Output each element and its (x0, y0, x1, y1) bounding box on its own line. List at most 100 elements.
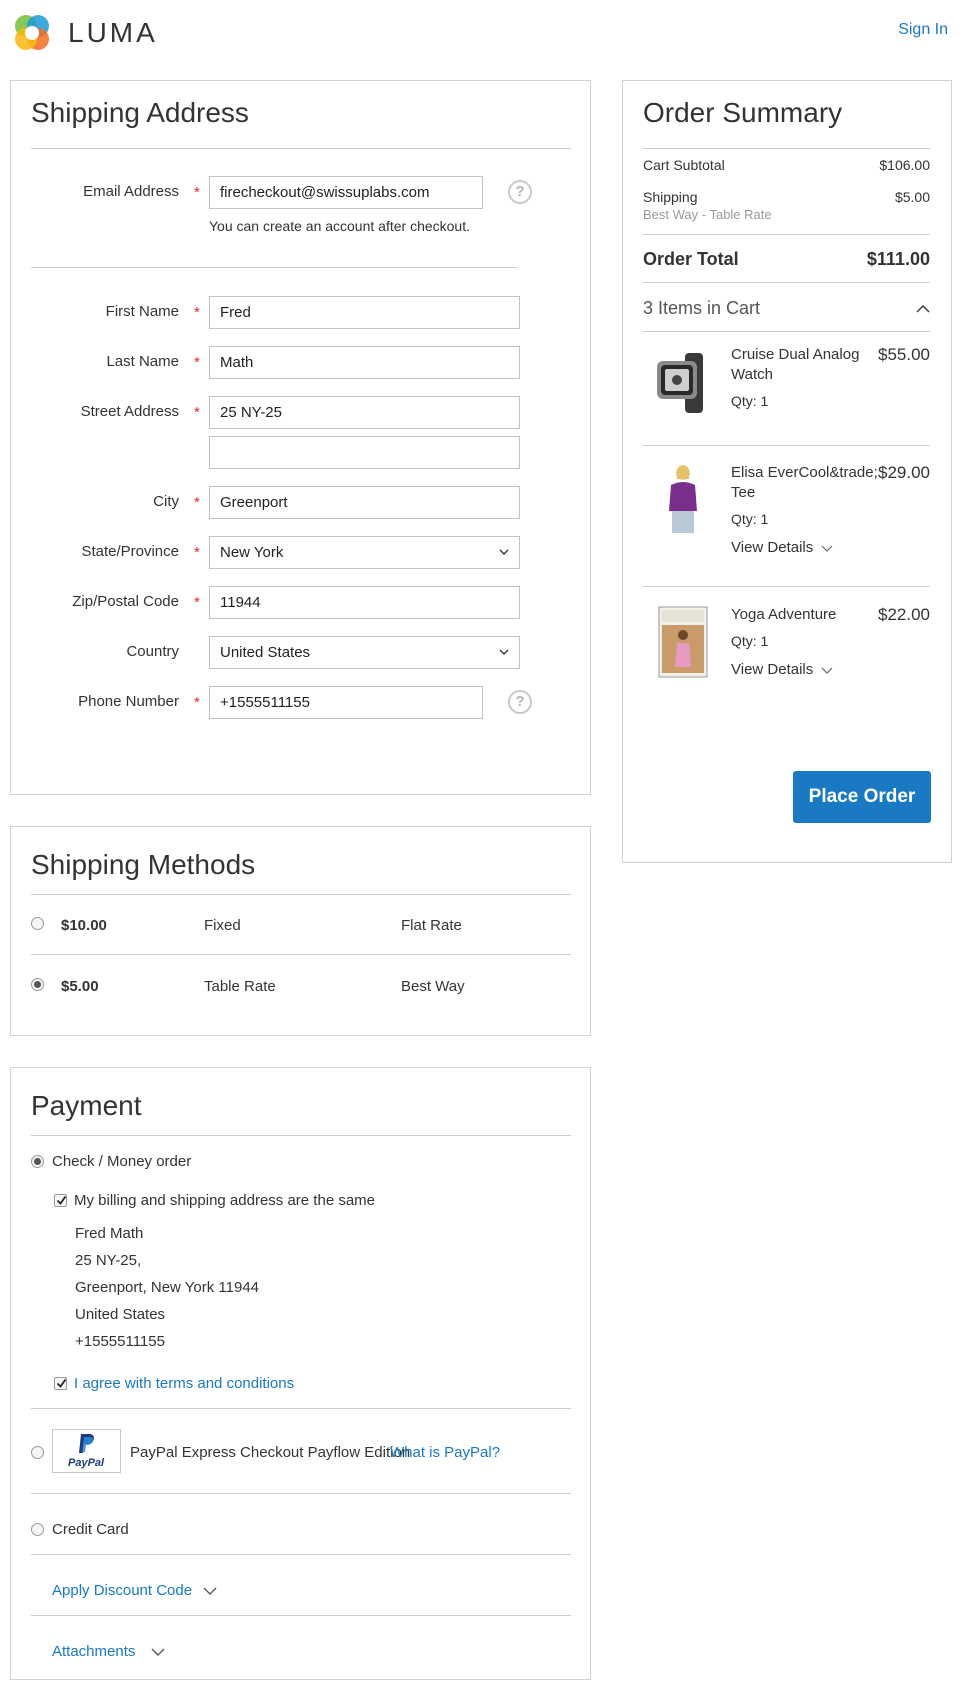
address-line: United States (75, 1306, 166, 1323)
zip-field[interactable]: 11944 (209, 586, 520, 619)
method-radio[interactable] (31, 917, 44, 930)
credit-card-radio[interactable] (31, 1523, 44, 1536)
attachments-link[interactable]: Attachments (52, 1643, 135, 1660)
email-field[interactable]: firecheckout@swissuplabs.com (209, 176, 483, 209)
check-money-radio[interactable] (31, 1155, 44, 1168)
what-is-paypal-link[interactable]: What is PayPal? (390, 1444, 500, 1461)
chevron-down-icon[interactable] (151, 1647, 165, 1657)
divider (643, 234, 930, 235)
divider (31, 1554, 571, 1555)
shipping-row: Shipping $5.00 Best Way - Table Rate (643, 189, 930, 229)
state-label: State/Province (81, 543, 179, 560)
method-radio[interactable] (31, 978, 44, 991)
street-line2-field[interactable] (209, 436, 520, 469)
place-order-button[interactable]: Place Order (793, 771, 931, 823)
paypal-logo-text: PayPal (68, 1457, 105, 1469)
view-details-label: View Details (731, 539, 814, 556)
section-title: Order Summary (643, 97, 843, 128)
first-name-field[interactable]: Fred (209, 296, 520, 329)
address-line: Fred Math (75, 1225, 144, 1242)
help-icon[interactable]: ? (508, 180, 532, 204)
help-icon[interactable]: ? (508, 690, 532, 714)
check-money-label[interactable]: Check / Money order (52, 1153, 191, 1170)
billing-same-label[interactable]: My billing and shipping address are the … (74, 1192, 375, 1209)
required-mark: * (194, 404, 200, 421)
required-mark: * (194, 304, 200, 321)
zip-label: Zip/Postal Code (72, 593, 179, 610)
section-title: Shipping Methods (31, 849, 256, 880)
shipping-value: $5.00 (894, 189, 930, 205)
state-select[interactable]: New York (209, 536, 520, 569)
email-row: Email Address * firecheckout@swissuplabs… (11, 176, 571, 210)
state-select-value: New York (220, 544, 284, 561)
item-price: $55.00 (878, 345, 930, 364)
city-label: City (153, 493, 179, 510)
phone-field[interactable]: +1555511155 (209, 686, 483, 719)
paypal-label[interactable]: PayPal Express Checkout Payflow Edition (130, 1444, 410, 1461)
chevron-down-icon (822, 545, 833, 552)
view-details-toggle[interactable]: View Details (731, 661, 833, 678)
item-name: Yoga Adventure (731, 606, 837, 623)
credit-card-label[interactable]: Credit Card (52, 1521, 129, 1538)
last-name-field[interactable]: Math (209, 346, 520, 379)
cart-item: Elisa EverCool&trade; Tee $29.00 Qty: 1 … (643, 463, 930, 583)
section-title: Payment (31, 1090, 142, 1121)
chevron-down-icon[interactable] (203, 1586, 217, 1596)
address-line: +1555511155 (75, 1333, 165, 1350)
last-name-row: Last Name * Math (11, 346, 571, 380)
order-total-row: Order Total $111.00 (643, 249, 930, 275)
chevron-down-icon (822, 667, 833, 674)
divider (643, 148, 930, 149)
street-line1-field[interactable]: 25 NY-25 (209, 396, 520, 429)
divider (643, 445, 930, 446)
shipping-method-row[interactable]: $5.00 Table Rate Best Way (11, 972, 571, 1012)
divider (31, 894, 571, 895)
dvd-thumbnail (658, 606, 708, 678)
sign-in-link[interactable]: Sign In (898, 21, 948, 39)
divider (31, 1493, 571, 1494)
country-label: Country (126, 643, 179, 660)
order-total-label: Order Total (643, 249, 739, 269)
divider (31, 1408, 571, 1409)
item-name: Cruise Dual Analog Watch (731, 346, 860, 383)
paypal-radio[interactable] (31, 1446, 44, 1459)
carrier-name: Flat Rate (401, 917, 462, 934)
phone-label: Phone Number (78, 693, 179, 710)
country-select[interactable]: United States (209, 636, 520, 669)
terms-link[interactable]: I agree with terms and conditions (74, 1375, 294, 1392)
payment-section: Payment Check / Money order My billing a… (10, 1067, 591, 1680)
cart-item: Cruise Dual Analog Watch $55.00 Qty: 1 (643, 345, 930, 445)
apply-discount-link[interactable]: Apply Discount Code (52, 1582, 192, 1599)
divider (31, 267, 517, 268)
item-price: $22.00 (878, 605, 930, 624)
view-details-toggle[interactable]: View Details (731, 539, 833, 556)
chevron-down-icon (499, 549, 509, 555)
terms-checkbox[interactable] (54, 1377, 67, 1390)
country-row: Country United States (11, 636, 571, 670)
method-price: $10.00 (61, 917, 107, 934)
checkmark-icon (56, 1378, 67, 1388)
items-in-cart-toggle[interactable]: 3 Items in Cart (643, 298, 930, 324)
phone-row: Phone Number * +1555511155 ? (11, 686, 571, 720)
shipping-method-row[interactable]: $10.00 Fixed Flat Rate (11, 911, 571, 951)
billing-same-checkbox[interactable] (54, 1194, 67, 1207)
address-line: 25 NY-25, (75, 1252, 142, 1269)
divider (31, 148, 571, 149)
required-mark: * (194, 694, 200, 711)
city-field[interactable]: Greenport (209, 486, 520, 519)
city-row: City * Greenport (11, 486, 571, 520)
cart-subtotal-row: Cart Subtotal $106.00 (643, 157, 930, 177)
zip-row: Zip/Postal Code * 11944 (11, 586, 571, 620)
shipping-method-label: Best Way - Table Rate (643, 207, 772, 222)
required-mark: * (194, 354, 200, 371)
cart-item: Yoga Adventure $22.00 Qty: 1 View Detail… (643, 605, 930, 705)
required-mark: * (194, 494, 200, 511)
items-in-cart-label: 3 Items in Cart (643, 298, 761, 318)
method-name: Table Rate (204, 978, 276, 995)
divider (643, 282, 930, 283)
method-name: Fixed (204, 917, 241, 934)
luma-logo[interactable]: LUMA (11, 12, 158, 54)
divider (643, 331, 930, 332)
paypal-p-icon (79, 1434, 94, 1453)
item-name: Elisa EverCool&trade; Tee (731, 464, 878, 501)
